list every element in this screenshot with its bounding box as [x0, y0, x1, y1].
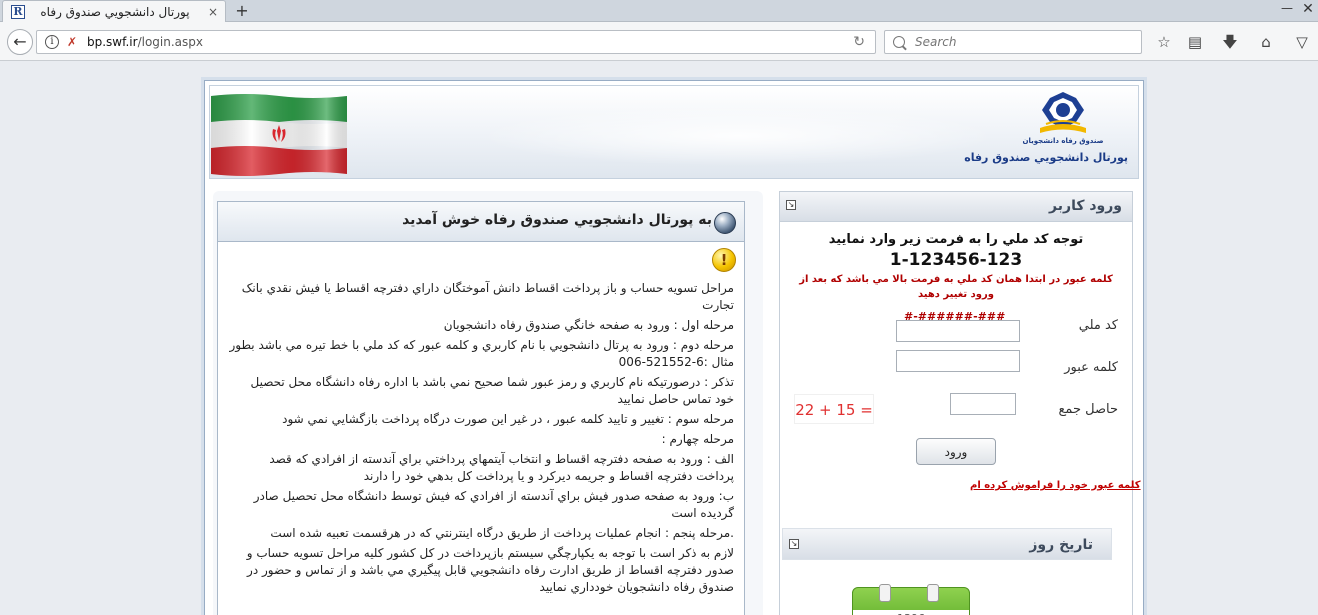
logo-emblem-icon — [1032, 90, 1094, 136]
header-glow — [478, 106, 998, 166]
window-close-button[interactable]: ✕ — [1298, 1, 1318, 19]
calendar-ring — [879, 584, 891, 602]
bookmark-star-icon[interactable]: ☆ — [1154, 32, 1174, 52]
instruction-list: مراحل تسويه حساب و باز پرداخت اقساط دانش… — [228, 280, 734, 599]
portal-logo[interactable]: صندوق رفاه دانشجويان پورتال دانشجويي صند… — [964, 90, 1128, 174]
login-panel: ورود کاربر ↘ توجه کد ملي را به فرمت زير … — [779, 191, 1141, 615]
date-expand-icon[interactable]: ↘ — [789, 539, 799, 549]
url-domain: bp.swf.ir — [87, 35, 138, 49]
login-form: توجه کد ملي را به فرمت زير وارد نماييد 1… — [786, 226, 1141, 526]
browser-nav-bar: ← i ✗ bp.swf.ir/login.aspx ↻ ☆ ▤ 🡇 ⌂ ▽ — [0, 22, 1318, 61]
expand-icon[interactable]: ↘ — [786, 200, 796, 210]
instruction-step: .مرحله پنجم : انجام عمليات پرداخت از طري… — [270, 526, 734, 540]
instruction-step: مرحله اول : ورود به صفحه خانگي صندوق رفا… — [443, 318, 734, 332]
national-id-hint: توجه کد ملي را به فرمت زير وارد نماييد — [828, 232, 1084, 247]
url-text[interactable]: bp.swf.ir/login.aspx — [87, 35, 203, 49]
tab-close-icon[interactable]: × — [205, 5, 221, 19]
back-button[interactable]: ← — [7, 29, 33, 55]
reload-icon[interactable]: ↻ — [853, 34, 865, 50]
logo-small-text: صندوق رفاه دانشجويان — [1022, 137, 1104, 145]
captcha-image: 22 + 15 = — [794, 394, 874, 424]
download-icon[interactable]: 🡇 — [1220, 32, 1240, 52]
national-id-label: کد ملي — [1078, 318, 1118, 333]
url-path: /login.aspx — [137, 35, 203, 49]
calendar-icon: 1396 — [852, 584, 970, 615]
browser-tab[interactable]: R پورتال دانشجويي صندوق رفاه × — [2, 0, 226, 22]
national-id-example: 1-123456-123 — [889, 250, 1023, 270]
instruction-step: مرحله چهارم : — [661, 432, 734, 446]
captcha-answer-input[interactable] — [950, 393, 1016, 415]
login-button[interactable]: ورود — [916, 438, 996, 465]
site-favicon-icon: R — [11, 4, 25, 19]
globe-icon — [714, 212, 736, 234]
instruction-step: مراحل تسويه حساب و باز پرداخت اقساط دانش… — [241, 281, 734, 312]
new-tab-button[interactable]: + — [232, 1, 252, 21]
password-note: کلمه عبور در ابتدا همان کد ملي به فرمت ب… — [799, 274, 1113, 300]
password-input[interactable] — [896, 350, 1020, 372]
iran-flag-icon — [211, 92, 347, 176]
window-minimize-button[interactable]: — — [1278, 1, 1296, 19]
password-label: کلمه عبور — [1064, 360, 1118, 375]
welcome-panel-header: به پورتال دانشجويي صندوق رفاه خوش آمديد — [218, 202, 744, 242]
pocket-icon[interactable]: ▽ — [1292, 32, 1312, 52]
forgot-password-link[interactable]: کلمه عبور خود را فراموش کرده ام — [970, 480, 1141, 491]
home-icon[interactable]: ⌂ — [1256, 32, 1276, 52]
instruction-step: تذکر : درصورتيکه نام کاربري و رمز عبور ش… — [250, 375, 734, 406]
instruction-step: مرحله دوم : ورود به پرتال دانشجويي با نا… — [229, 338, 734, 369]
reading-list-icon[interactable]: ▤ — [1185, 32, 1205, 52]
search-icon — [893, 36, 905, 48]
login-panel-header: ورود کاربر ↘ — [780, 192, 1132, 222]
url-bar[interactable]: i ✗ bp.swf.ir/login.aspx ↻ — [36, 30, 876, 54]
search-input[interactable] — [915, 35, 1135, 49]
logo-title: پورتال دانشجويي صندوق رفاه — [964, 151, 1128, 164]
portal-header: صندوق رفاه دانشجويان پورتال دانشجويي صند… — [209, 85, 1139, 179]
sum-label: حاصل جمع — [1058, 402, 1118, 417]
insecure-connection-icon[interactable]: ✗ — [65, 35, 79, 49]
calendar-ring — [927, 584, 939, 602]
tab-title: پورتال دانشجويي صندوق رفاه — [40, 4, 190, 19]
login-title: ورود کاربر — [1049, 198, 1122, 214]
instruction-step: الف : ورود به صفحه دفترچه اقساط و انتخاب… — [269, 452, 734, 483]
instruction-step: ب: ورود به صفحه صدور فيش براي آندسته از … — [253, 489, 734, 520]
info-icon[interactable]: i — [45, 35, 59, 49]
search-bar[interactable] — [884, 30, 1142, 54]
instruction-step: لازم به ذکر است با توجه به يکپارچگي سيست… — [246, 546, 734, 594]
browser-tab-bar: R پورتال دانشجويي صندوق رفاه × + — ✕ — [0, 0, 1318, 22]
date-panel-header: تاريخ روز ↘ — [782, 528, 1112, 560]
welcome-panel: به پورتال دانشجويي صندوق رفاه خوش آمديد … — [217, 201, 745, 615]
date-panel-title: تاريخ روز — [1029, 537, 1093, 553]
instruction-step: مرحله سوم : تغيير و تاييد کلمه عبور ، در… — [282, 412, 734, 426]
warning-icon: ! — [712, 248, 736, 272]
national-id-input[interactable] — [896, 320, 1020, 342]
portal-page: صندوق رفاه دانشجويان پورتال دانشجويي صند… — [204, 80, 1144, 615]
welcome-title: به پورتال دانشجويي صندوق رفاه خوش آمديد — [402, 212, 712, 228]
calendar-year: 1396 — [853, 610, 969, 615]
